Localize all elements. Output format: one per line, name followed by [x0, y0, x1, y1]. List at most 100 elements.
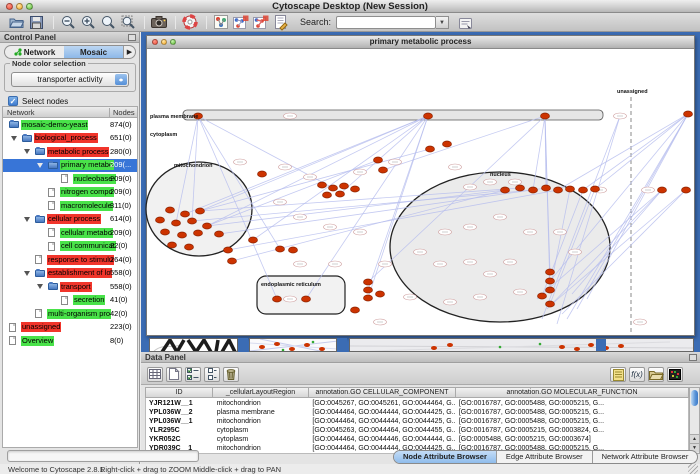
network-node[interactable]: [516, 185, 525, 191]
table-row-ykr052c[interactable]: YKR052Ccytoplasm[GO:0044464, GO:0044446,…: [146, 435, 688, 444]
network-tree-header[interactable]: Network Nodes: [2, 106, 138, 118]
tree-row-cellular-metabo[interactable]: cellular metabo209(0): [3, 226, 137, 240]
network-node[interactable]: [374, 157, 383, 163]
table-cell[interactable]: cytoplasm: [214, 435, 310, 444]
window-titlebar[interactable]: Cytoscape Desktop (New Session): [0, 0, 700, 13]
network-node[interactable]: [166, 207, 175, 213]
help-icon[interactable]: [181, 14, 198, 30]
table-row-ypl036w__2[interactable]: YPL036W__2plasma membrane[GO:0044464, GO…: [146, 408, 688, 417]
network-node[interactable]: [546, 278, 555, 284]
network-node[interactable]: [426, 146, 435, 152]
network-node[interactable]: [156, 217, 165, 223]
tab-edge-attribute-browser[interactable]: Edge Attribute Browser: [496, 451, 592, 463]
attribute-table-header[interactable]: ID_cellularLayoutRegionannotation.GO CEL…: [145, 387, 689, 398]
tree-row-cellular-process[interactable]: cellular process614(0): [3, 213, 137, 227]
zoom-fit-icon[interactable]: [99, 14, 116, 30]
network-canvas[interactable]: plasma membranecytoplasmmitochondrionnuc…: [147, 49, 694, 335]
tree-row-metabolic-process[interactable]: metabolic process280(0): [3, 145, 137, 159]
table-cell[interactable]: plasma membrane: [214, 408, 310, 417]
tab-network-attribute-browser[interactable]: Network Attribute Browser: [592, 451, 698, 463]
table-cell[interactable]: [GO:0044464, GO:0044444, GO:0044425, G..…: [309, 408, 455, 417]
table-cell[interactable]: YPL036W__1: [146, 417, 214, 426]
network-node[interactable]: [318, 182, 327, 188]
network-node[interactable]: [161, 229, 170, 235]
new-attribute-icon[interactable]: [166, 367, 182, 382]
network-node[interactable]: [178, 232, 187, 238]
network-node[interactable]: [566, 186, 575, 192]
network-node[interactable]: [682, 187, 691, 193]
network-node[interactable]: [273, 296, 282, 302]
network-node[interactable]: [376, 291, 385, 297]
network-edge[interactable]: [558, 114, 688, 190]
table-cell[interactable]: cytoplasm: [214, 426, 310, 435]
function-builder-icon[interactable]: f(x): [629, 367, 645, 382]
zoom-selected-icon[interactable]: [119, 14, 136, 30]
table-cell[interactable]: mitochondrion: [214, 417, 310, 426]
table-cell[interactable]: [GO:0016787, GO:0005488, GO:0005215, G..…: [456, 408, 688, 417]
table-cell[interactable]: YKR052C: [146, 435, 214, 444]
background-window-fragment[interactable]: [249, 338, 337, 352]
table-cell[interactable]: YLR295C: [146, 426, 214, 435]
table-cell[interactable]: [GO:0016787, GO:0005488, GO:0005215, G..…: [456, 417, 688, 426]
notes-icon[interactable]: [610, 367, 626, 382]
network-node[interactable]: [542, 185, 551, 191]
network-node[interactable]: [443, 141, 452, 147]
tree-row-cell-communicat[interactable]: cell communicat22(0): [3, 240, 137, 254]
tree-row-secretion[interactable]: secretion41(0): [3, 294, 137, 308]
network-node[interactable]: [538, 293, 547, 299]
tree-row-multi-organism-pro[interactable]: multi-organism pro42(0): [3, 307, 137, 321]
column-header-annotation-go-cellular-component[interactable]: annotation.GO CELLULAR_COMPONENT: [309, 387, 456, 398]
tree-row-mosaic-demo-yeast[interactable]: mosaic-demo-yeast874(0): [3, 118, 137, 132]
table-cell[interactable]: YPL036W__2: [146, 408, 214, 417]
table-cell[interactable]: [GO:0045267, GO:0045261, GO:0044464, G..…: [309, 399, 455, 408]
network-node[interactable]: [224, 247, 233, 253]
network-node[interactable]: [546, 301, 555, 307]
edge-selection-icon[interactable]: [252, 14, 269, 30]
column-header-id[interactable]: ID: [145, 387, 213, 398]
network-node[interactable]: [329, 185, 338, 191]
network-node[interactable]: [424, 113, 433, 119]
network-node[interactable]: [203, 223, 212, 229]
tree-row-nucleobase-[interactable]: nucleobase-209(0): [3, 172, 137, 186]
table-cell[interactable]: [GO:0045263, GO:0044464, GO:0044455, G..…: [309, 426, 455, 435]
open-icon[interactable]: [8, 14, 25, 30]
tree-row-unassigned[interactable]: unassigned223(0): [3, 321, 137, 335]
network-node[interactable]: [340, 183, 349, 189]
network-window-titlebar[interactable]: primary metabolic process: [147, 36, 694, 49]
attribute-matrix-icon[interactable]: [667, 367, 683, 382]
tree-row-biological-process[interactable]: biological_process651(0): [3, 132, 137, 146]
table-cell[interactable]: [GO:0044464, GO:0044446, GO:0044444, G..…: [309, 435, 455, 444]
node-color-dropdown[interactable]: transporter activity: [11, 72, 129, 87]
network-edge[interactable]: [583, 114, 688, 190]
unselect-attributes-icon[interactable]: [204, 367, 220, 382]
network-node[interactable]: [541, 113, 550, 119]
network-node[interactable]: [289, 247, 298, 253]
network-node[interactable]: [591, 186, 600, 192]
tree-row-macromolecule[interactable]: macromolecule311(0): [3, 199, 137, 213]
minimize-window-icon[interactable]: [16, 3, 23, 10]
tab-mosaic[interactable]: Mosaic: [64, 46, 123, 58]
network-node[interactable]: [258, 171, 267, 177]
network-node[interactable]: [364, 279, 373, 285]
search-input[interactable]: [336, 16, 436, 29]
annotation-icon[interactable]: [272, 14, 289, 30]
zoom-view-icon[interactable]: [170, 39, 176, 45]
zoom-in-icon[interactable]: [79, 14, 96, 30]
float-panel-icon[interactable]: [689, 354, 697, 361]
table-row-ypl036w__1[interactable]: YPL036W__1mitochondrion[GO:0044464, GO:0…: [146, 417, 688, 426]
select-nodes-checkbox[interactable]: ✓: [8, 96, 18, 106]
network-node[interactable]: [194, 230, 203, 236]
column-header-annotation-go-molecular-function[interactable]: annotation.GO MOLECULAR_FUNCTION: [456, 387, 689, 398]
background-window-fragment[interactable]: [349, 338, 694, 352]
tree-expander-icon[interactable]: [11, 136, 17, 144]
close-window-icon[interactable]: [6, 3, 13, 10]
network-node[interactable]: [364, 287, 373, 293]
network-node[interactable]: [529, 187, 538, 193]
vizmapper-icon[interactable]: [212, 14, 229, 30]
network-node[interactable]: [228, 258, 237, 264]
tree-row-nitrogen-compo[interactable]: nitrogen compo209(0): [3, 186, 137, 200]
network-node[interactable]: [172, 220, 181, 226]
scroll-up-icon[interactable]: ▲: [690, 434, 699, 443]
network-node[interactable]: [554, 187, 563, 193]
tree-expander-icon[interactable]: [24, 217, 30, 225]
